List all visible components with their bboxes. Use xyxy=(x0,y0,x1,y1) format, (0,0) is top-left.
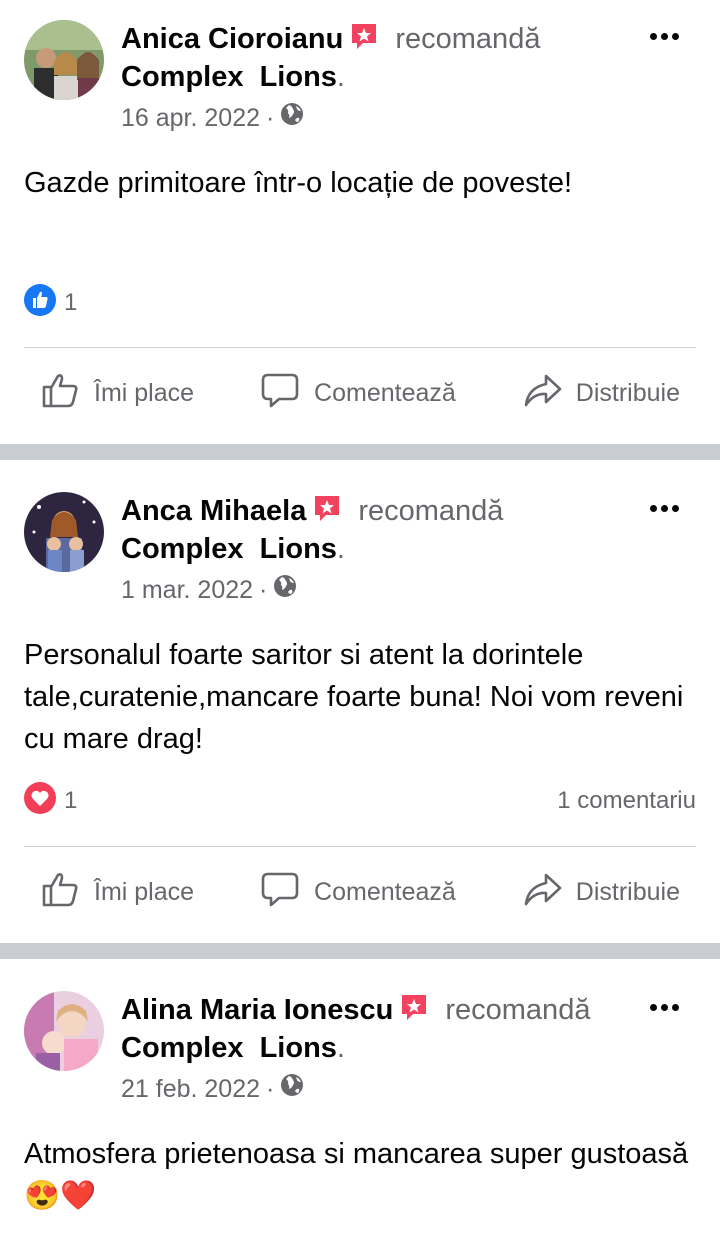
recommend-icon xyxy=(399,992,429,1032)
divider xyxy=(24,347,696,348)
page-name[interactable]: Complex Lions xyxy=(121,1032,337,1064)
author-line: Anica Cioroianu recomandă xyxy=(121,20,540,61)
more-options-button[interactable] xyxy=(646,494,682,522)
share-button[interactable]: Distribuie xyxy=(506,862,696,922)
more-options-button[interactable] xyxy=(646,993,682,1021)
post-2: Anca Mihaela recomandă Complex Lions. 1 m… xyxy=(0,460,720,943)
globe-icon xyxy=(273,574,297,606)
post-3: Alina Maria Ionescu recomandă Complex Lio… xyxy=(0,959,720,1239)
comment-button[interactable]: Comentează xyxy=(244,363,472,423)
like-button[interactable]: Îmi place xyxy=(24,862,210,922)
page-name-suffix: . xyxy=(336,533,345,565)
author-line: Anca Mihaela recomandă xyxy=(121,492,503,533)
reaction-count: 1 xyxy=(64,787,78,814)
globe-icon xyxy=(280,102,304,134)
share-button[interactable]: Distribuie xyxy=(506,363,696,423)
page-name-line: Complex Lions. xyxy=(121,1029,345,1067)
post-header: Anca Mihaela recomandă Complex Lions. 1 m… xyxy=(24,492,696,612)
comment-button[interactable]: Comentează xyxy=(244,862,472,922)
post-text: Personalul foarte saritor si atent la do… xyxy=(24,639,684,755)
page-name-line: Complex Lions. xyxy=(121,530,345,568)
globe-icon xyxy=(280,1073,304,1105)
recommend-icon xyxy=(349,21,379,61)
reactions-bar[interactable]: 1 1 comentariu xyxy=(24,781,696,821)
recommend-text: recomandă xyxy=(358,495,504,527)
like-button[interactable]: Îmi place xyxy=(24,363,210,423)
thumbs-up-icon xyxy=(40,869,94,916)
avatar[interactable] xyxy=(24,991,104,1071)
author-name[interactable]: Anca Mihaela xyxy=(121,495,306,527)
meta-separator: · xyxy=(266,104,275,132)
share-arrow-icon xyxy=(522,869,576,916)
comment-count-link[interactable]: 1 comentariu xyxy=(557,787,696,815)
comment-label: Comentează xyxy=(314,877,456,906)
share-label: Distribuie xyxy=(575,378,680,407)
meta-separator: · xyxy=(259,576,268,604)
post-date[interactable]: 1 mar. 2022 xyxy=(121,574,253,606)
author-line: Alina Maria Ionescu recomandă xyxy=(121,991,590,1032)
post-separator xyxy=(0,943,720,959)
reactions-bar[interactable]: 1 xyxy=(24,283,696,323)
post-header: Alina Maria Ionescu recomandă Complex Lio… xyxy=(24,991,696,1111)
post-header: Anica Cioroianu recomandă Complex Lions. … xyxy=(24,20,696,140)
recommend-icon xyxy=(312,493,342,533)
recommend-text: recomandă xyxy=(445,994,591,1026)
share-label: Distribuie xyxy=(575,877,680,906)
action-bar: Îmi place Comentează Distribuie xyxy=(24,363,696,423)
page-name-line: Complex Lions. xyxy=(121,58,345,96)
page-name-suffix: . xyxy=(336,1032,345,1064)
reaction-count: 1 xyxy=(64,289,78,316)
more-options-button[interactable] xyxy=(646,22,682,50)
recommend-text: recomandă xyxy=(395,23,541,55)
like-label: Îmi place xyxy=(94,378,195,407)
author-name[interactable]: Anica Cioroianu xyxy=(121,23,343,55)
author-name[interactable]: Alina Maria Ionescu xyxy=(121,994,393,1026)
post-1: Anica Cioroianu recomandă Complex Lions. … xyxy=(0,0,720,444)
comment-icon xyxy=(260,869,314,916)
comment-label: Comentează xyxy=(314,378,456,407)
post-date[interactable]: 16 apr. 2022 xyxy=(121,102,260,134)
like-label: Îmi place xyxy=(94,877,195,906)
comment-icon xyxy=(260,370,314,417)
post-date[interactable]: 21 feb. 2022 xyxy=(121,1073,260,1105)
share-arrow-icon xyxy=(522,370,576,417)
love-reaction-icon xyxy=(24,781,56,821)
post-meta: 1 mar. 2022 · xyxy=(121,574,297,606)
post-meta: 16 apr. 2022 · xyxy=(121,102,304,134)
page-name[interactable]: Complex Lions xyxy=(121,533,337,565)
like-reaction-icon xyxy=(24,283,56,323)
page-name-suffix: . xyxy=(336,61,345,93)
divider xyxy=(24,846,696,847)
avatar[interactable] xyxy=(24,20,104,100)
thumbs-up-icon xyxy=(40,370,94,417)
avatar[interactable] xyxy=(24,492,104,572)
action-bar: Îmi place Comentează Distribuie xyxy=(24,862,696,922)
post-separator xyxy=(0,444,720,460)
post-meta: 21 feb. 2022 · xyxy=(121,1073,304,1105)
meta-separator: · xyxy=(266,1075,275,1103)
page-name[interactable]: Complex Lions xyxy=(121,61,337,93)
post-text: Gazde primitoare într-o locație de poves… xyxy=(24,167,573,199)
post-text: Atmosfera prietenoasa si mancarea super … xyxy=(24,1138,689,1212)
